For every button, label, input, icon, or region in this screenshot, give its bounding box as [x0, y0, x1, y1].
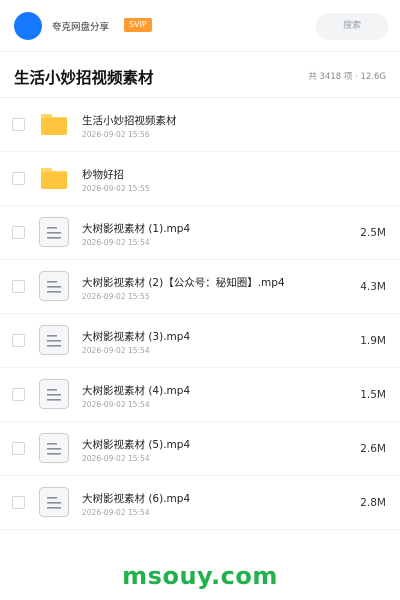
list-item[interactable]: 大树影视素材 (3).mp4 2026-09-02 15:54 1.9M — [0, 314, 400, 368]
share-brand: 夸克网盘分享 — [52, 22, 110, 33]
file-date: 2026-09-02 15:55 — [82, 184, 150, 193]
file-date: 2026-09-02 15:54 — [82, 508, 150, 517]
document-icon — [39, 433, 69, 463]
page-title: 生活小妙招视频素材 — [14, 69, 154, 87]
list-item[interactable]: 大树影视素材 (6).mp4 2026-09-02 15:54 2.8M — [0, 476, 400, 530]
file-size: 2.8M — [360, 497, 386, 509]
row-checkbox[interactable] — [12, 334, 25, 347]
avatar[interactable] — [14, 12, 42, 40]
file-size: 1.5M — [360, 389, 386, 401]
file-date: 2026-09-02 15:54 — [82, 400, 150, 409]
file-date: 2026-09-02 15:56 — [82, 130, 150, 139]
file-list: 生活小妙招视频素材 2026-09-02 15:56 秒物好招 2026-09-… — [0, 98, 400, 530]
file-name: 大树影视素材 (5).mp4 — [82, 439, 191, 451]
row-checkbox[interactable] — [12, 118, 25, 131]
row-checkbox[interactable] — [12, 442, 25, 455]
row-checkbox[interactable] — [12, 280, 25, 293]
top-bar: 夸克网盘分享 SVIP 搜索 — [0, 0, 400, 52]
file-date: 2026-09-02 15:54 — [82, 454, 150, 463]
row-checkbox[interactable] — [12, 226, 25, 239]
file-name: 大树影视素材 (3).mp4 — [82, 331, 191, 343]
folder-icon — [41, 168, 67, 189]
folder-icon — [41, 114, 67, 135]
file-size: 1.9M — [360, 335, 386, 347]
document-icon — [39, 271, 69, 301]
item-summary: 共 3418 项 · 12.6G — [308, 72, 386, 82]
document-icon — [39, 379, 69, 409]
file-name: 大树影视素材 (6).mp4 — [82, 493, 191, 505]
file-name: 大树影视素材 (1).mp4 — [82, 223, 191, 235]
row-checkbox[interactable] — [12, 496, 25, 509]
file-size: 2.5M — [360, 227, 386, 239]
list-item[interactable]: 大树影视素材 (2)【公众号：秘知圈】.mp4 2026-09-02 15:55… — [0, 260, 400, 314]
search-input[interactable]: 搜索 — [316, 13, 388, 40]
row-checkbox[interactable] — [12, 172, 25, 185]
site-watermark: msouy.com — [122, 562, 278, 590]
row-checkbox[interactable] — [12, 388, 25, 401]
title-bar: 生活小妙招视频素材 共 3418 项 · 12.6G — [0, 52, 400, 98]
file-date: 2026-09-02 15:54 — [82, 346, 150, 355]
list-item[interactable]: 大树影视素材 (4).mp4 2026-09-02 15:54 1.5M — [0, 368, 400, 422]
document-icon — [39, 217, 69, 247]
list-item[interactable]: 秒物好招 2026-09-02 15:55 — [0, 152, 400, 206]
file-date: 2026-09-02 15:55 — [82, 292, 150, 301]
file-name: 生活小妙招视频素材 — [82, 115, 177, 127]
svip-badge: SVIP — [124, 18, 152, 32]
file-name: 秒物好招 — [82, 169, 124, 181]
document-icon — [39, 487, 69, 517]
file-name: 大树影视素材 (2)【公众号：秘知圈】.mp4 — [82, 277, 285, 289]
list-item[interactable]: 生活小妙招视频素材 2026-09-02 15:56 — [0, 98, 400, 152]
document-icon — [39, 325, 69, 355]
file-name: 大树影视素材 (4).mp4 — [82, 385, 191, 397]
file-size: 4.3M — [360, 281, 386, 293]
list-item[interactable]: 大树影视素材 (5).mp4 2026-09-02 15:54 2.6M — [0, 422, 400, 476]
file-date: 2026-09-02 15:54 — [82, 238, 150, 247]
file-size: 2.6M — [360, 443, 386, 455]
list-item[interactable]: 大树影视素材 (1).mp4 2026-09-02 15:54 2.5M — [0, 206, 400, 260]
